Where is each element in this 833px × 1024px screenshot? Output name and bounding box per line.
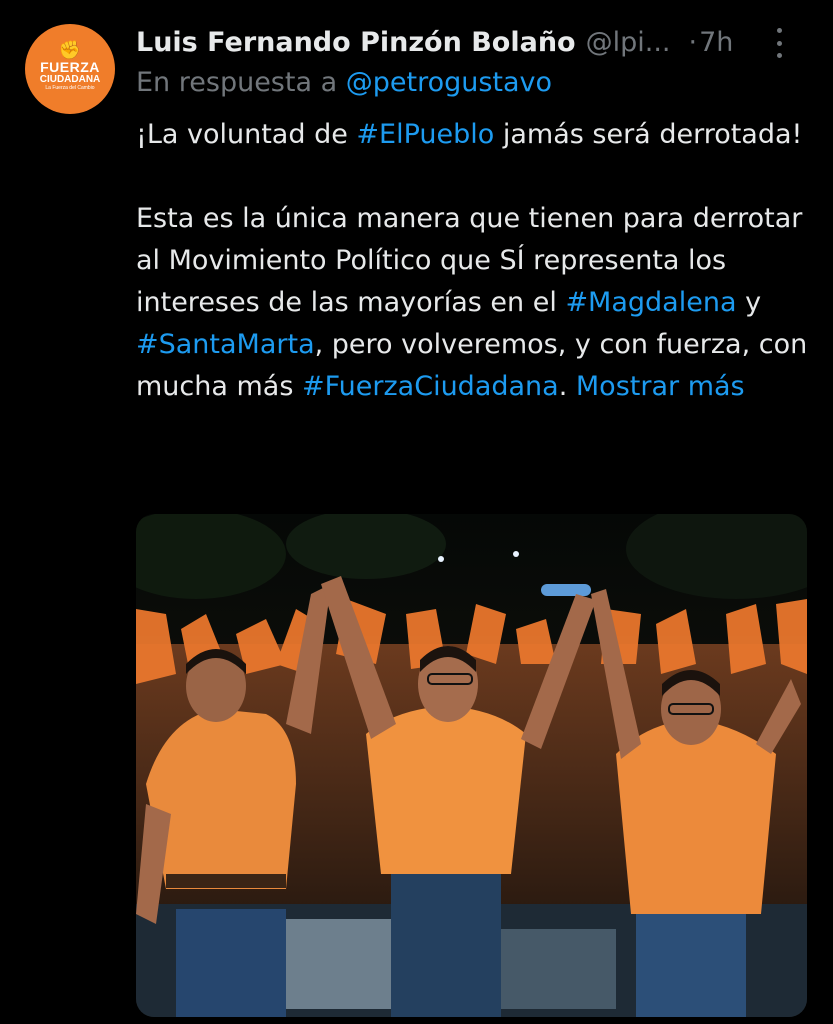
avatar[interactable]: ✊ FUERZA CIUDADANA La Fuerza del Cambio	[25, 24, 115, 114]
reply-context: En respuesta a @petrogustavo	[136, 67, 552, 98]
author-handle[interactable]: @lpi...	[586, 27, 671, 58]
reply-mention-link[interactable]: @petrogustavo	[346, 67, 552, 98]
avatar-logo-line2: CIUDADANA	[39, 74, 101, 85]
show-more-link[interactable]: Mostrar más	[576, 371, 745, 402]
hashtag-elpueblo[interactable]: #ElPueblo	[356, 119, 494, 150]
rally-photo-illustration	[136, 514, 807, 1017]
separator: ·	[688, 26, 698, 58]
hashtag-fuerzaciudadana[interactable]: #FuerzaCiudadana	[302, 371, 559, 402]
reply-prefix: En respuesta a	[136, 67, 338, 98]
tweet-photo[interactable]	[136, 514, 807, 1017]
hashtag-magdalena[interactable]: #Magdalena	[565, 287, 736, 318]
text-segment: y	[736, 287, 762, 318]
author-name[interactable]: Luis Fernando Pinzón Bolaño	[136, 27, 576, 58]
avatar-logo-tagline: La Fuerza del Cambio	[45, 85, 95, 91]
fist-icon: ✊	[58, 40, 82, 61]
tweet-paragraph-1: ¡La voluntad de #ElPueblo jamás será der…	[136, 114, 816, 156]
text-segment: ¡La voluntad de	[136, 119, 357, 150]
tweet-text: ¡La voluntad de #ElPueblo jamás será der…	[136, 114, 816, 408]
timestamp[interactable]: 7h	[699, 27, 733, 58]
tweet-paragraph-2: Esta es la única manera que tienen para …	[136, 198, 816, 408]
tweet-header: Luis Fernando Pinzón Bolaño @lpi... · 7h	[136, 22, 816, 62]
text-segment: jamás será derrotada!	[494, 119, 803, 150]
avatar-logo-line1: FUERZA	[40, 59, 100, 75]
text-segment: .	[558, 371, 576, 402]
hashtag-santamarta[interactable]: #SantaMarta	[136, 329, 315, 360]
more-options-icon[interactable]	[770, 28, 788, 58]
